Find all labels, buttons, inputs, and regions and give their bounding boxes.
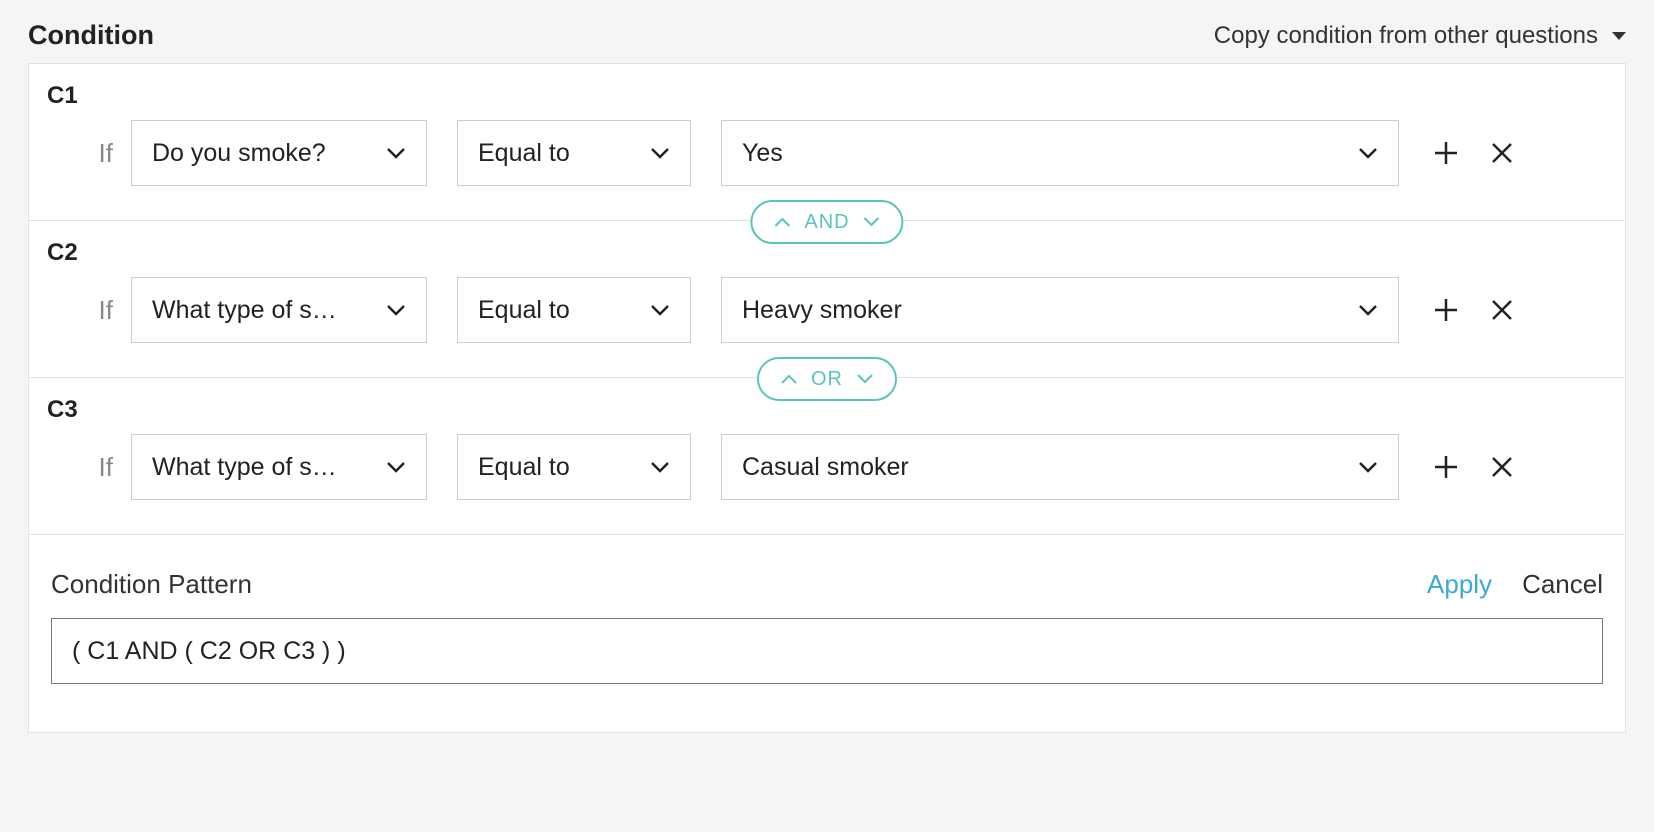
answer-select[interactable]: Yes (721, 120, 1399, 186)
remove-condition-button[interactable] (1485, 136, 1519, 170)
chevron-down-icon (1358, 461, 1378, 473)
condition-pattern-section: Condition Pattern Apply Cancel (29, 534, 1625, 732)
add-condition-button[interactable] (1429, 293, 1463, 327)
copy-condition-label: Copy condition from other questions (1214, 22, 1598, 50)
answer-select-value: Casual smoker (742, 453, 1344, 482)
remove-condition-button[interactable] (1485, 450, 1519, 484)
question-select-value: Do you smoke? (152, 139, 372, 168)
question-select[interactable]: What type of s… (131, 277, 427, 343)
condition-pattern-title: Condition Pattern (51, 569, 1427, 600)
logic-joiner-label: AND (804, 211, 849, 234)
caret-down-icon (1612, 32, 1626, 40)
answer-select[interactable]: Casual smoker (721, 434, 1399, 500)
condition-block: C1 If Do you smoke? Equal to Yes (29, 64, 1625, 220)
logic-joiner-label: OR (811, 368, 843, 391)
operator-select-value: Equal to (478, 453, 636, 482)
chevron-down-icon (386, 147, 406, 159)
add-condition-button[interactable] (1429, 450, 1463, 484)
apply-button[interactable]: Apply (1427, 569, 1492, 600)
header: Condition Copy condition from other ques… (28, 20, 1626, 51)
chevron-down-icon (650, 304, 670, 316)
condition-id: C1 (47, 82, 1607, 110)
logic-joiner-toggle[interactable]: AND (750, 200, 903, 244)
question-select-value: What type of s… (152, 453, 372, 482)
chevron-down-icon (386, 461, 406, 473)
chevron-up-icon (774, 217, 790, 227)
answer-select-value: Yes (742, 139, 1344, 168)
copy-condition-dropdown[interactable]: Copy condition from other questions (1214, 22, 1626, 50)
header-title: Condition (28, 20, 154, 51)
if-label: If (47, 138, 113, 169)
chevron-down-icon (386, 304, 406, 316)
question-select[interactable]: Do you smoke? (131, 120, 427, 186)
question-select-value: What type of s… (152, 296, 372, 325)
operator-select[interactable]: Equal to (457, 434, 691, 500)
operator-select-value: Equal to (478, 139, 636, 168)
answer-select[interactable]: Heavy smoker (721, 277, 1399, 343)
chevron-up-icon (781, 374, 797, 384)
logic-joiner-toggle[interactable]: OR (757, 357, 897, 401)
chevron-down-icon (650, 147, 670, 159)
operator-select-value: Equal to (478, 296, 636, 325)
chevron-down-icon (650, 461, 670, 473)
answer-select-value: Heavy smoker (742, 296, 1344, 325)
condition-editor: Condition Copy condition from other ques… (0, 0, 1654, 743)
if-label: If (47, 295, 113, 326)
chevron-down-icon (857, 374, 873, 384)
chevron-down-icon (1358, 304, 1378, 316)
operator-select[interactable]: Equal to (457, 277, 691, 343)
condition-pattern-input[interactable] (51, 618, 1603, 684)
conditions-panel: C1 If Do you smoke? Equal to Yes (28, 63, 1626, 733)
operator-select[interactable]: Equal to (457, 120, 691, 186)
cancel-button[interactable]: Cancel (1522, 569, 1603, 600)
chevron-down-icon (864, 217, 880, 227)
if-label: If (47, 452, 113, 483)
question-select[interactable]: What type of s… (131, 434, 427, 500)
chevron-down-icon (1358, 147, 1378, 159)
add-condition-button[interactable] (1429, 136, 1463, 170)
remove-condition-button[interactable] (1485, 293, 1519, 327)
